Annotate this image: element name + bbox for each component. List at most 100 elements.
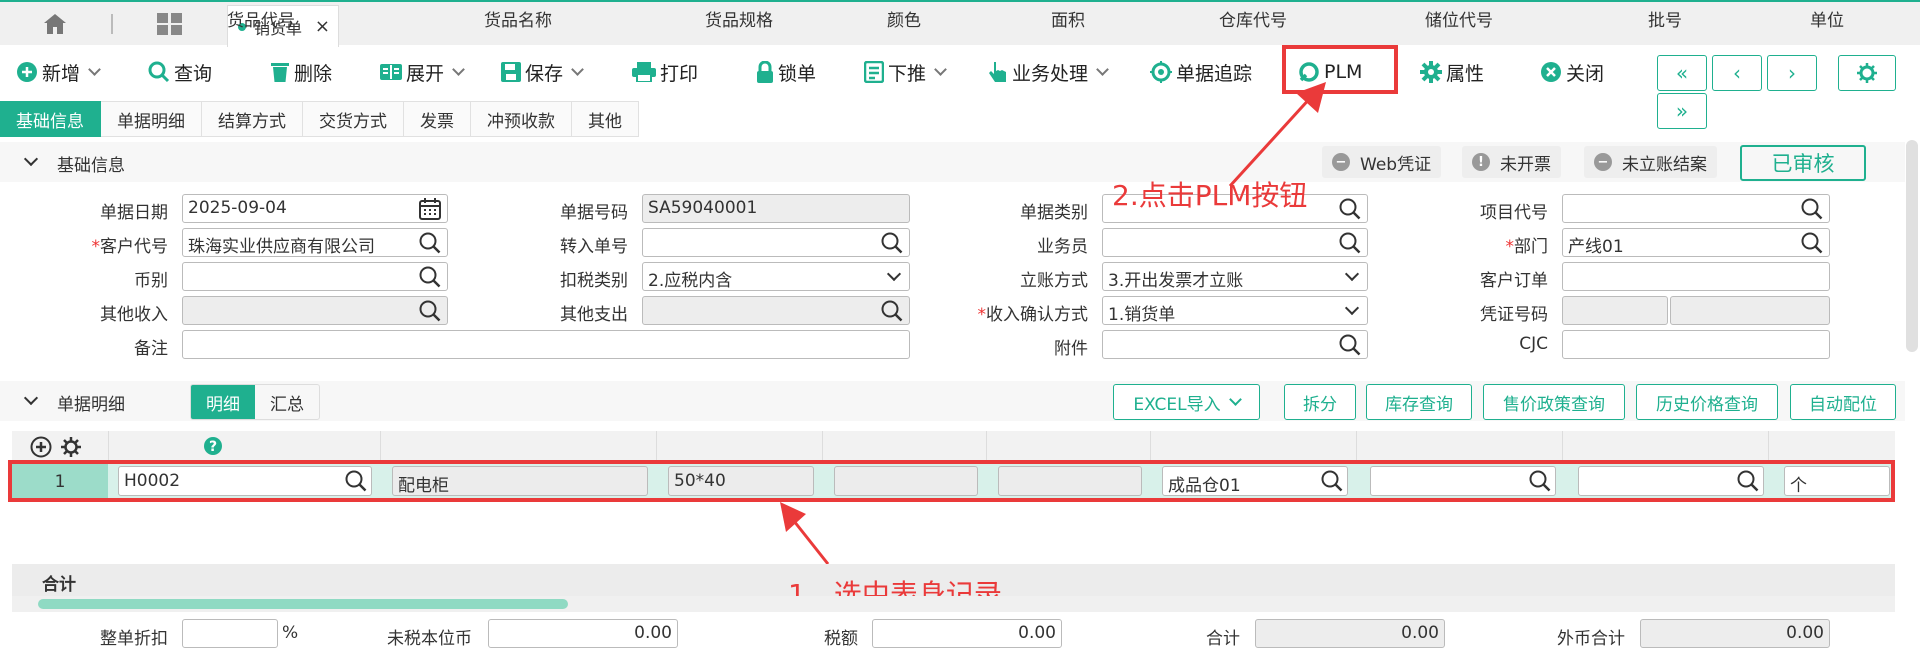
col-header-name[interactable]: 货品名称 [380,6,656,31]
push-down-button[interactable]: 下推 [864,57,947,87]
split-button[interactable]: 拆分 [1284,384,1356,420]
detail-view-toggle: 明细 汇总 [190,384,320,420]
search-icon[interactable] [1339,232,1361,254]
other-expense-field[interactable] [642,296,910,325]
trash-icon [271,63,289,82]
expand-button[interactable]: 展开 [380,57,465,87]
close-tab-icon[interactable]: × [315,16,330,37]
column-divider [1768,431,1769,463]
search-icon[interactable] [1339,334,1361,356]
cust-order-field[interactable] [1562,262,1830,291]
column-divider [656,431,657,463]
revenue-select[interactable]: 1.销货单 [1102,296,1368,325]
gear-icon [1420,61,1442,83]
price-policy-button[interactable]: 售价政策查询 [1483,384,1625,420]
save-button[interactable]: 保存 [501,57,584,87]
account-label: 立账方式 [1020,271,1088,291]
search-icon[interactable] [881,300,903,322]
col-header-spec[interactable]: 货品规格 [656,6,822,31]
hand-pointer-icon [989,62,1006,82]
settings-button[interactable] [1838,55,1896,91]
tab-invoice[interactable]: 发票 [404,101,471,137]
transfer-label: 转入单号 [560,237,628,257]
properties-button[interactable]: 属性 [1420,57,1484,87]
search-icon[interactable] [419,300,441,322]
tax-type-select[interactable]: 2.应税内含 [642,262,910,291]
currency-field[interactable] [182,262,448,291]
attach-field[interactable] [1102,330,1368,359]
excel-import-button[interactable]: EXCEL导入 [1113,384,1260,420]
chevron-down-icon [934,63,947,76]
salesman-field[interactable] [1102,228,1368,257]
tab-other[interactable]: 其他 [572,101,639,137]
delete-button[interactable]: 删除 [270,57,332,87]
search-icon[interactable] [1801,198,1823,220]
business-process-button[interactable]: 业务处理 [988,57,1109,87]
project-field[interactable] [1562,194,1830,223]
history-price-button[interactable]: 历史价格查询 [1636,384,1778,420]
query-button[interactable]: 查询 [148,57,212,87]
collapse-arrow-icon[interactable] [23,390,39,406]
not-invoiced-badge: ! 未开票 [1462,146,1561,178]
search-icon[interactable] [419,232,441,254]
column-divider [822,431,823,463]
cjc-label: CJC [1519,334,1548,354]
account-select[interactable]: 3.开出发票才立账 [1102,262,1368,291]
doc-date-field[interactable]: 2025-09-04 [182,194,448,223]
search-icon[interactable] [1801,232,1823,254]
search-icon[interactable] [1339,198,1361,220]
col-header-batch[interactable]: 批号 [1562,6,1768,31]
add-row-icon[interactable] [30,436,52,458]
collapse-arrow-icon[interactable] [23,151,39,167]
dept-field[interactable]: 产线01 [1562,228,1830,257]
not-settled-badge: − 未立账结案 [1584,146,1717,178]
help-icon[interactable]: ? [203,436,223,456]
form-tabs: 基础信息 单据明细 结算方式 交货方式 发票 冲预收款 其他 [0,101,639,137]
tab-delivery[interactable]: 交货方式 [303,101,404,137]
col-header-color[interactable]: 颜色 [822,6,986,31]
prev-record-button[interactable]: ‹ [1712,55,1762,91]
col-header-unit[interactable]: 单位 [1810,6,1844,31]
tab-prepayment[interactable]: 冲预收款 [471,101,572,137]
col-header-code[interactable]: 货品代号 [227,6,295,31]
next-record-button[interactable]: › [1767,55,1817,91]
col-header-area[interactable]: 面积 [986,6,1150,31]
search-icon[interactable] [881,232,903,254]
home-icon[interactable] [42,12,68,36]
calendar-icon[interactable] [419,198,441,220]
col-header-warehouse[interactable]: 仓库代号 [1150,6,1356,31]
auto-alloc-button[interactable]: 自动配位 [1790,384,1896,420]
remark-field[interactable] [182,330,910,359]
discount-field[interactable] [182,619,278,648]
lock-button[interactable]: 锁单 [756,57,816,87]
scrollbar-thumb[interactable] [38,599,568,609]
vertical-scrollbar[interactable] [1906,140,1918,352]
cjc-field[interactable] [1562,330,1830,359]
apps-grid-icon[interactable] [157,13,182,35]
tab-summary-view[interactable]: 汇总 [255,385,319,419]
horizontal-scrollbar[interactable] [12,596,1895,612]
tab-settlement[interactable]: 结算方式 [202,101,303,137]
tab-detail[interactable]: 单据明细 [101,101,202,137]
tax-field[interactable]: 0.00 [872,619,1062,648]
salesman-label: 业务员 [1037,237,1088,257]
doc-no-field: SA59040001 [642,194,910,223]
stock-query-button[interactable]: 库存查询 [1366,384,1472,420]
print-button[interactable]: 打印 [632,57,698,87]
close-button[interactable]: 关闭 [1540,57,1604,87]
svg-text:?: ? [209,439,217,455]
col-header-location[interactable]: 储位代号 [1356,6,1562,31]
search-icon[interactable] [419,266,441,288]
other-income-field[interactable] [182,296,448,325]
tab-basic-info[interactable]: 基础信息 [0,101,101,137]
untaxed-field[interactable]: 0.00 [488,619,678,648]
column-divider [380,431,381,463]
customer-field[interactable]: 珠海实业供应商有限公司 [182,228,448,257]
transfer-field[interactable] [642,228,910,257]
last-record-button[interactable]: » [1657,93,1707,129]
tab-detail-view[interactable]: 明细 [191,385,255,419]
grid-settings-icon[interactable] [60,436,82,458]
alert-circle-icon: ! [1472,153,1490,171]
new-button[interactable]: 新增 [16,57,101,87]
first-record-button[interactable]: « [1657,55,1707,91]
